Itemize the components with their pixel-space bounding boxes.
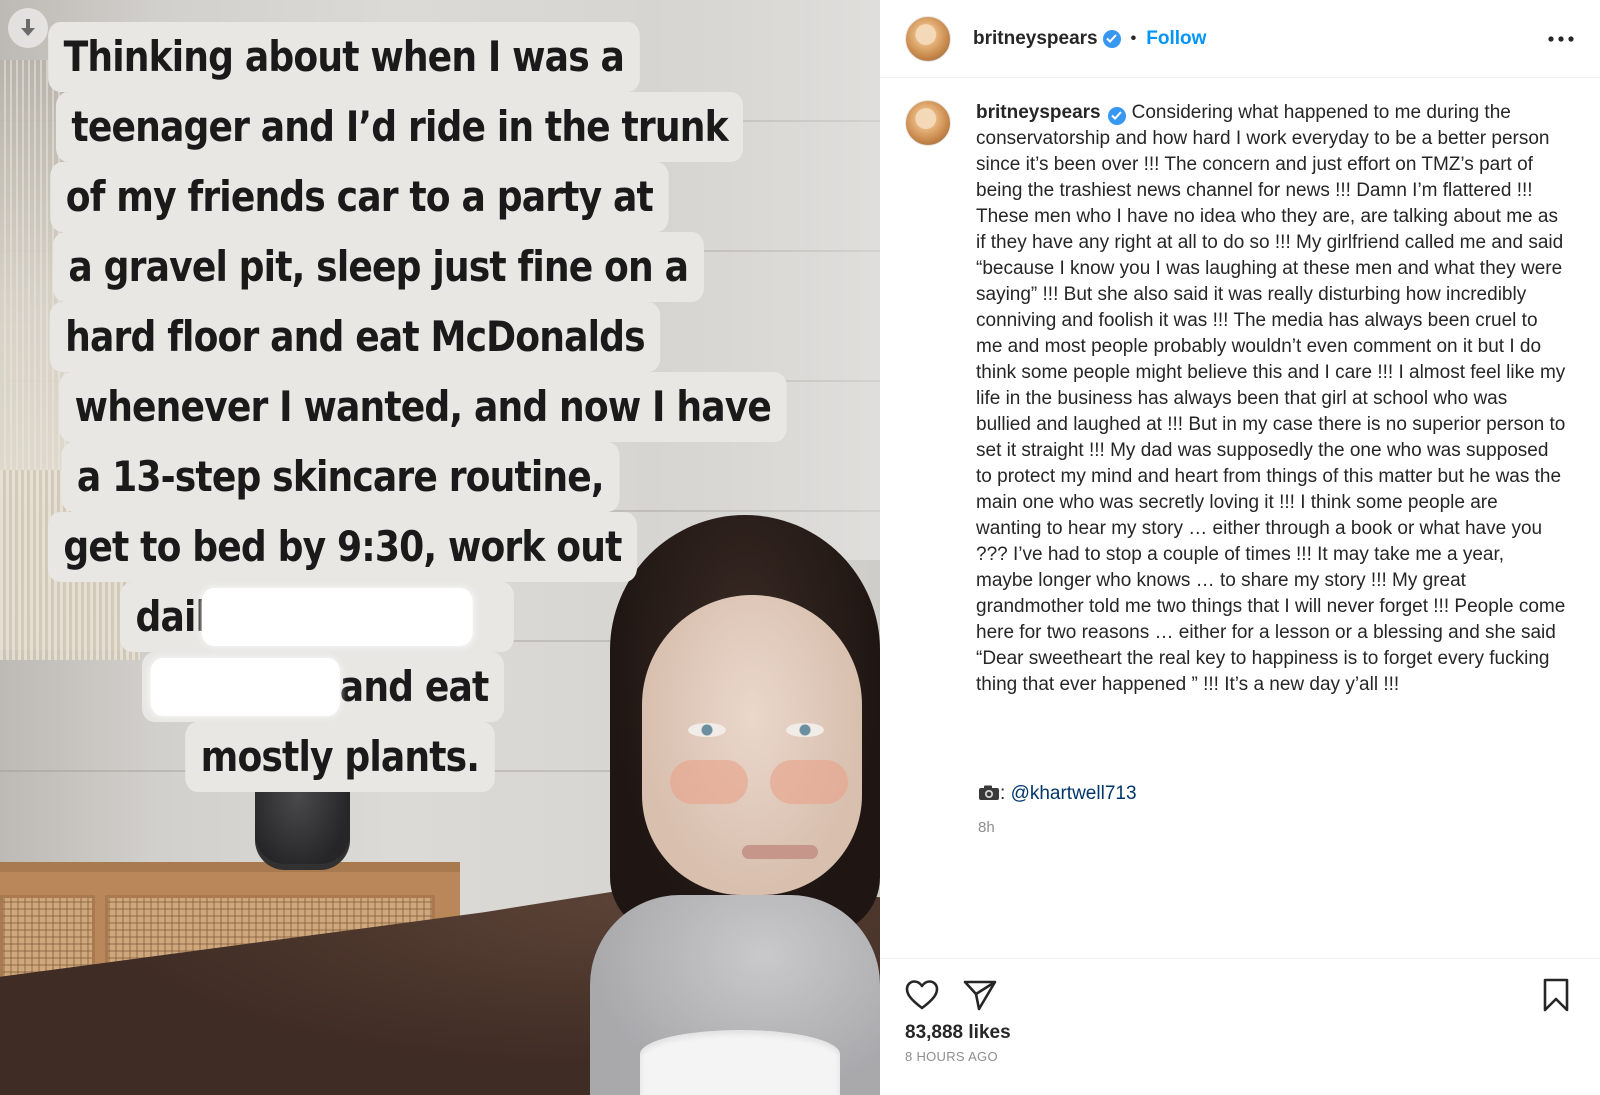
lips — [742, 845, 818, 859]
redaction-block — [150, 658, 340, 716]
author-username[interactable]: britneyspears — [973, 28, 1098, 50]
send-icon — [963, 980, 997, 1011]
like-button[interactable] — [904, 977, 940, 1013]
eye — [688, 723, 726, 737]
camera-icon — [979, 785, 999, 800]
overlay-caption-line: a 13-step skincare routine, — [61, 442, 619, 512]
overlay-caption-line: of my friends car to a party at — [50, 162, 669, 232]
under-eye-patch — [770, 760, 848, 804]
avatar[interactable] — [905, 100, 951, 146]
more-options-icon — [1548, 36, 1574, 42]
avatar[interactable] — [905, 15, 951, 62]
overlay-caption-line: mostly plants. — [185, 722, 495, 792]
overlay-caption: Thinking about when I was a teenager and… — [0, 22, 787, 792]
heart-icon — [905, 980, 939, 1010]
share-button[interactable] — [962, 977, 998, 1013]
overlay-caption-line: and eat — [142, 652, 504, 722]
verified-badge-icon — [1102, 29, 1121, 48]
post-time: 8 HOURS AGO — [905, 1049, 998, 1064]
overlay-caption-line: a gravel pit, sleep just fine on a — [52, 232, 704, 302]
caption-body-text: Considering what happened to me during t… — [976, 102, 1571, 695]
verified-badge-icon — [1107, 106, 1126, 125]
white-mug — [640, 1030, 840, 1095]
overlay-caption-line: hard floor and eat McDonalds — [49, 302, 661, 372]
like-count[interactable]: 83,888 likes — [905, 1022, 1011, 1044]
photo-credit: : @khartwell713 — [978, 783, 1137, 805]
redaction-block — [201, 588, 473, 646]
bookmark-icon — [1543, 978, 1569, 1012]
overlay-caption-line: Thinking about when I was a — [48, 22, 640, 92]
post-sidebar: britneyspears • Follow britneyspears Cons… — [880, 0, 1600, 1095]
credit-separator: : — [1000, 783, 1006, 804]
post-media: Thinking about when I was a teenager and… — [0, 0, 880, 1095]
more-options-button[interactable] — [1546, 24, 1576, 54]
post-caption: britneyspears Considering what happened t… — [976, 100, 1566, 698]
overlay-caption-line: teenager and I’d ride in the trunk — [55, 92, 744, 162]
caption-username[interactable]: britneyspears — [976, 102, 1101, 123]
post-header: britneyspears • Follow — [880, 0, 1600, 78]
post-actions: 83,888 likes 8 HOURS AGO — [880, 958, 1600, 1095]
overlay-caption-line: get to bed by 9:30, work out — [47, 512, 637, 582]
save-button[interactable] — [1538, 977, 1574, 1013]
eye — [786, 723, 824, 737]
overlay-caption-text: and eat — [339, 662, 490, 711]
post-caption-block: britneyspears Considering what happened t… — [905, 100, 1585, 698]
separator-dot: • — [1130, 29, 1137, 47]
overlay-caption-line: whenever I wanted, and now I have — [59, 372, 787, 442]
overlay-caption-line: daily — [120, 582, 514, 652]
follow-button[interactable]: Follow — [1146, 28, 1206, 50]
credit-mention-link[interactable]: @khartwell713 — [1011, 783, 1137, 804]
under-eye-patch — [670, 760, 748, 804]
caption-timestamp[interactable]: 8h — [978, 819, 995, 836]
